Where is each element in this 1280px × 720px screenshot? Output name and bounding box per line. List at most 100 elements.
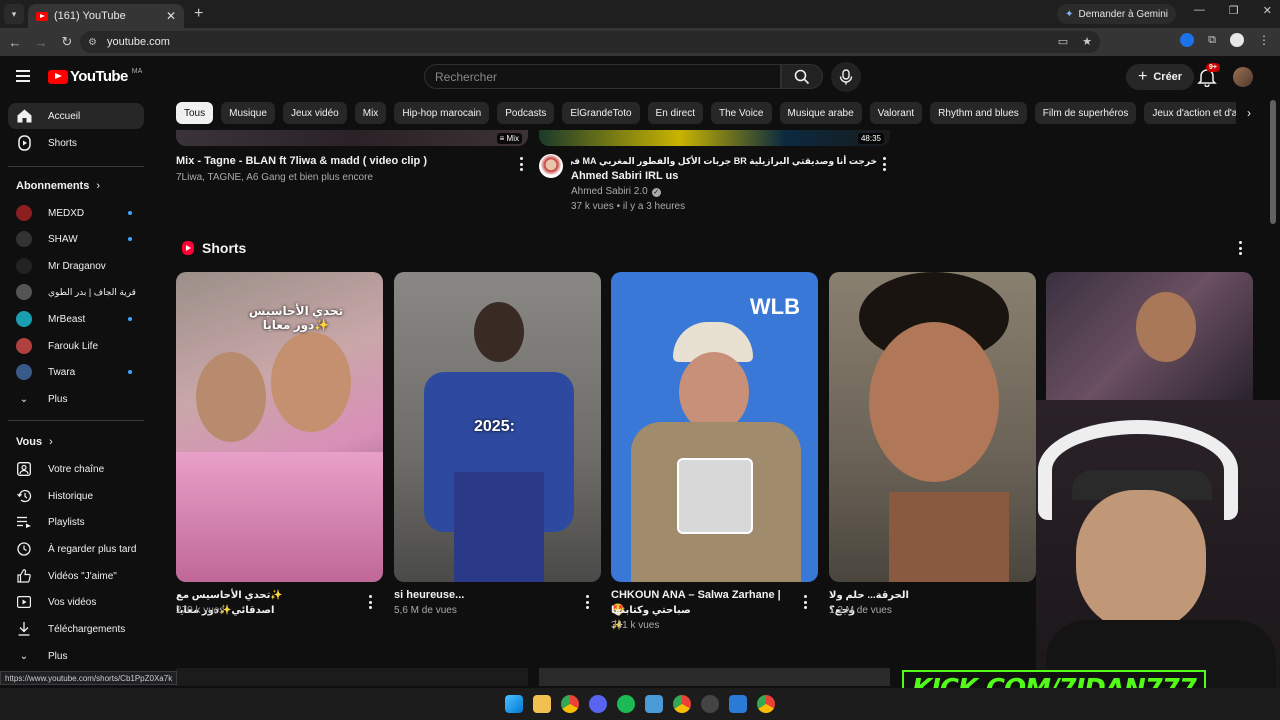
channel-avatar	[16, 284, 32, 300]
duration-badge: 48:35	[857, 133, 884, 144]
more-options-icon[interactable]	[803, 595, 807, 609]
more-options-icon[interactable]	[585, 595, 589, 609]
reload-icon[interactable]: ↻	[56, 34, 78, 50]
sidebar-item-liked-videos[interactable]: Vidéos "J'aime"	[8, 563, 144, 589]
chip[interactable]: En direct	[647, 102, 704, 124]
sidebar-item-home[interactable]: Accueil	[8, 103, 144, 129]
short-thumbnail[interactable]	[1046, 272, 1253, 400]
sidebar-item-subscription[interactable]: MrBeast	[8, 306, 144, 332]
page-scrollbar[interactable]	[1270, 100, 1276, 224]
forward-arrow-icon[interactable]: →	[30, 35, 52, 50]
window-controls: — ❐ ✕	[1194, 4, 1272, 17]
subscriptions-heading[interactable]: Abonnements ›	[16, 180, 100, 192]
youtube-logo[interactable]: YouTube MA	[48, 68, 142, 85]
profile-icon[interactable]	[1230, 33, 1244, 47]
sidebar-item-playlists[interactable]: Playlists	[8, 509, 144, 535]
sidebar-item-you-more[interactable]: ⌄ Plus	[8, 643, 144, 669]
chrome-icon[interactable]	[673, 695, 691, 713]
chip[interactable]: Podcasts	[497, 102, 555, 124]
gemini-button[interactable]: ✦ Demander à Gemini	[1057, 4, 1176, 24]
chrome-icon[interactable]	[561, 695, 579, 713]
omnibox-actions: ▭ ★	[1058, 35, 1092, 48]
sidebar-item-subscription[interactable]: MEDXD	[8, 200, 144, 226]
short-title[interactable]: si heureuse...	[394, 588, 569, 603]
extension-icon[interactable]	[1180, 33, 1195, 47]
chip[interactable]: Film de superhéros	[1034, 102, 1137, 124]
shorts-more-options-icon[interactable]	[1238, 241, 1242, 255]
search-input[interactable]: Rechercher	[424, 64, 781, 89]
sidebar-item-subscription[interactable]: Farouk Life	[8, 333, 144, 359]
video-title-line2[interactable]: Ahmed Sabiri IRL us	[571, 169, 678, 184]
notepad-icon[interactable]	[645, 695, 663, 713]
windows-start-icon[interactable]	[505, 695, 523, 713]
video-thumbnail[interactable]: ≡ Mix	[176, 130, 528, 146]
url-text: youtube.com	[106, 36, 170, 48]
short-thumbnail[interactable]: 2025:	[394, 272, 601, 582]
short-thumbnail[interactable]: WLB	[611, 272, 818, 582]
chip[interactable]: Musique	[221, 102, 275, 124]
inset-photo	[677, 458, 753, 534]
minimize-icon[interactable]: —	[1194, 4, 1205, 17]
short-thumbnail[interactable]	[829, 272, 1036, 582]
chip[interactable]: Hip-hop marocain	[394, 102, 490, 124]
video-thumbnail[interactable]	[539, 668, 890, 686]
search-button[interactable]	[781, 64, 823, 89]
tab-close-icon[interactable]: ✕	[166, 9, 176, 23]
back-arrow-icon[interactable]: ←	[4, 35, 26, 50]
chip-all[interactable]: Tous	[176, 102, 214, 124]
browser-menu-icon[interactable]: ⋮	[1258, 33, 1270, 47]
short-thumbnail[interactable]: تحدي الأحاسيس دور معايا✨	[176, 272, 383, 582]
voice-search-button[interactable]	[831, 62, 861, 92]
sidebar-item-watch-later[interactable]: À regarder plus tard	[8, 536, 144, 562]
account-avatar[interactable]	[1233, 67, 1253, 87]
discord-icon[interactable]	[589, 695, 607, 713]
chips-next-chevron-icon[interactable]: ›	[1238, 102, 1260, 124]
chip[interactable]: Jeux d'action et d'aventure	[1144, 102, 1236, 124]
channel-avatar[interactable]	[539, 154, 563, 178]
spotify-icon[interactable]	[617, 695, 635, 713]
cast-icon[interactable]: ▭	[1058, 35, 1068, 48]
sidebar-item-subscription[interactable]: Mr Draganov	[8, 253, 144, 279]
sidebar-item-downloads[interactable]: Téléchargements	[8, 616, 144, 642]
more-options-icon[interactable]	[519, 157, 523, 171]
browser-tab-youtube[interactable]: (161) YouTube ✕	[28, 4, 184, 28]
more-options-icon[interactable]	[368, 595, 372, 609]
sidebar-item-subscription[interactable]: SHAW	[8, 226, 144, 252]
menu-hamburger-icon[interactable]	[16, 70, 30, 85]
chrome-icon[interactable]	[757, 695, 775, 713]
sidebar-item-shorts[interactable]: Shorts	[8, 130, 144, 156]
chip[interactable]: ElGrandeToto	[562, 102, 640, 124]
sidebar-item-your-channel[interactable]: Votre chaîne	[8, 456, 144, 482]
you-heading[interactable]: Vous ›	[16, 436, 53, 448]
sidebar-item-subscription[interactable]: Twara	[8, 359, 144, 385]
channel-name[interactable]: Ahmed Sabiri 2.0 ✓	[571, 184, 661, 199]
more-options-icon[interactable]	[882, 157, 886, 171]
create-button[interactable]: + Créer	[1126, 64, 1195, 90]
obs-icon[interactable]	[701, 695, 719, 713]
file-explorer-icon[interactable]	[533, 695, 551, 713]
maximize-icon[interactable]: ❐	[1229, 4, 1239, 17]
sidebar-item-subs-more[interactable]: ⌄ Plus	[8, 386, 144, 412]
new-tab-plus-icon[interactable]: +	[194, 5, 203, 23]
sidebar-item-history[interactable]: Historique	[8, 483, 144, 509]
video-title[interactable]: Mix - Tagne - BLAN ft 7liwa & madd ( vid…	[176, 154, 506, 169]
omnibox[interactable]: ⚙ youtube.com ▭ ★	[80, 31, 1100, 53]
site-info-icon[interactable]: ⚙	[88, 37, 97, 48]
sidebar-item-subscription[interactable]: قرية الجاف | بدر الطوي	[8, 279, 144, 305]
video-title[interactable]: خرجت أنا وصديقتي البرازيلية BR جربات الأ…	[571, 154, 877, 169]
extensions-puzzle-icon[interactable]: ⧉	[1208, 34, 1216, 47]
close-window-icon[interactable]: ✕	[1263, 4, 1272, 17]
bookmark-star-icon[interactable]: ★	[1082, 35, 1092, 48]
chip[interactable]: Mix	[354, 102, 387, 124]
video-channels[interactable]: 7Liwa, TAGNE, A6 Gang et bien plus encor…	[176, 170, 373, 185]
chip[interactable]: Valorant	[869, 102, 923, 124]
sidebar-item-your-videos[interactable]: Vos vidéos	[8, 589, 144, 615]
chip[interactable]: Musique arabe	[779, 102, 862, 124]
app-icon[interactable]	[729, 695, 747, 713]
chip[interactable]: Jeux vidéo	[282, 102, 347, 124]
video-thumbnail[interactable]: 48:35	[539, 130, 890, 146]
chip[interactable]: Rhythm and blues	[930, 102, 1027, 124]
tab-search-chevron-icon[interactable]: ▾	[4, 4, 24, 24]
chip[interactable]: The Voice	[711, 102, 772, 124]
video-thumbnail[interactable]	[176, 668, 528, 686]
